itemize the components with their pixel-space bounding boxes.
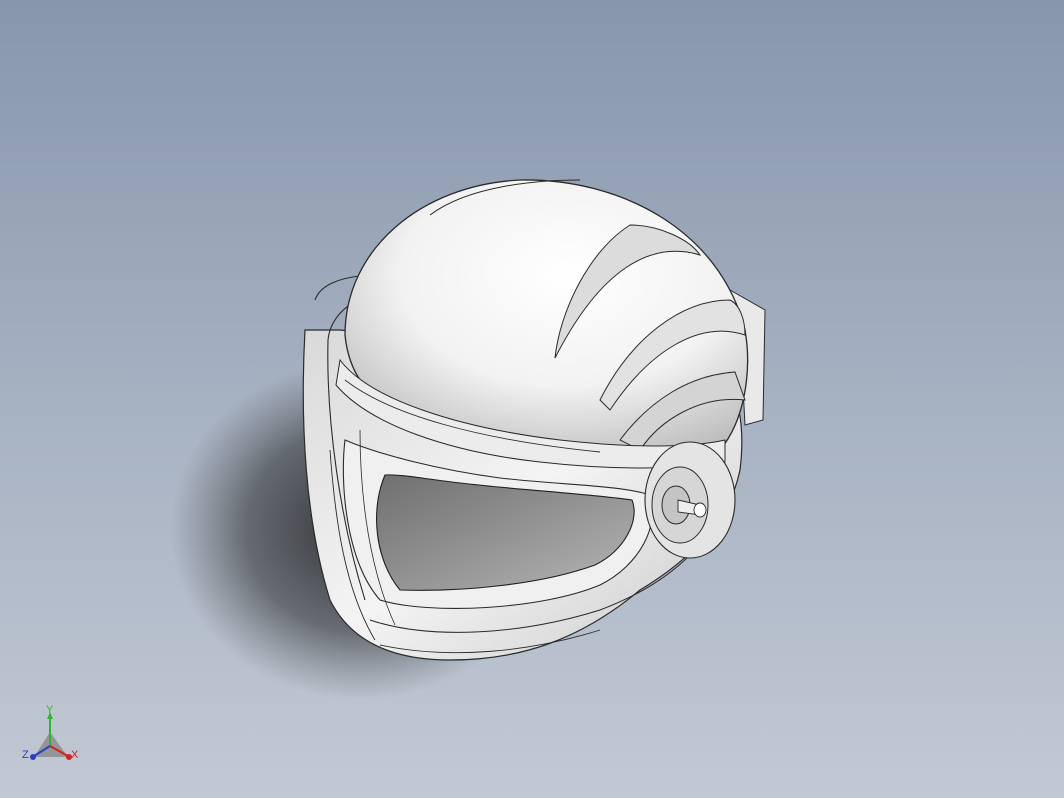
triad-z-label: Z [22,749,29,761]
triad-y-label: Y [46,704,54,716]
graphics-viewport[interactable]: Y X Z [0,0,1064,798]
triad-x-label: X [71,749,79,761]
visor-pivot-pin-cap [693,502,707,518]
coordinate-triad: Y X Z [18,702,88,772]
triad-z-tip [30,754,36,760]
helmet-model[interactable] [0,0,1064,798]
